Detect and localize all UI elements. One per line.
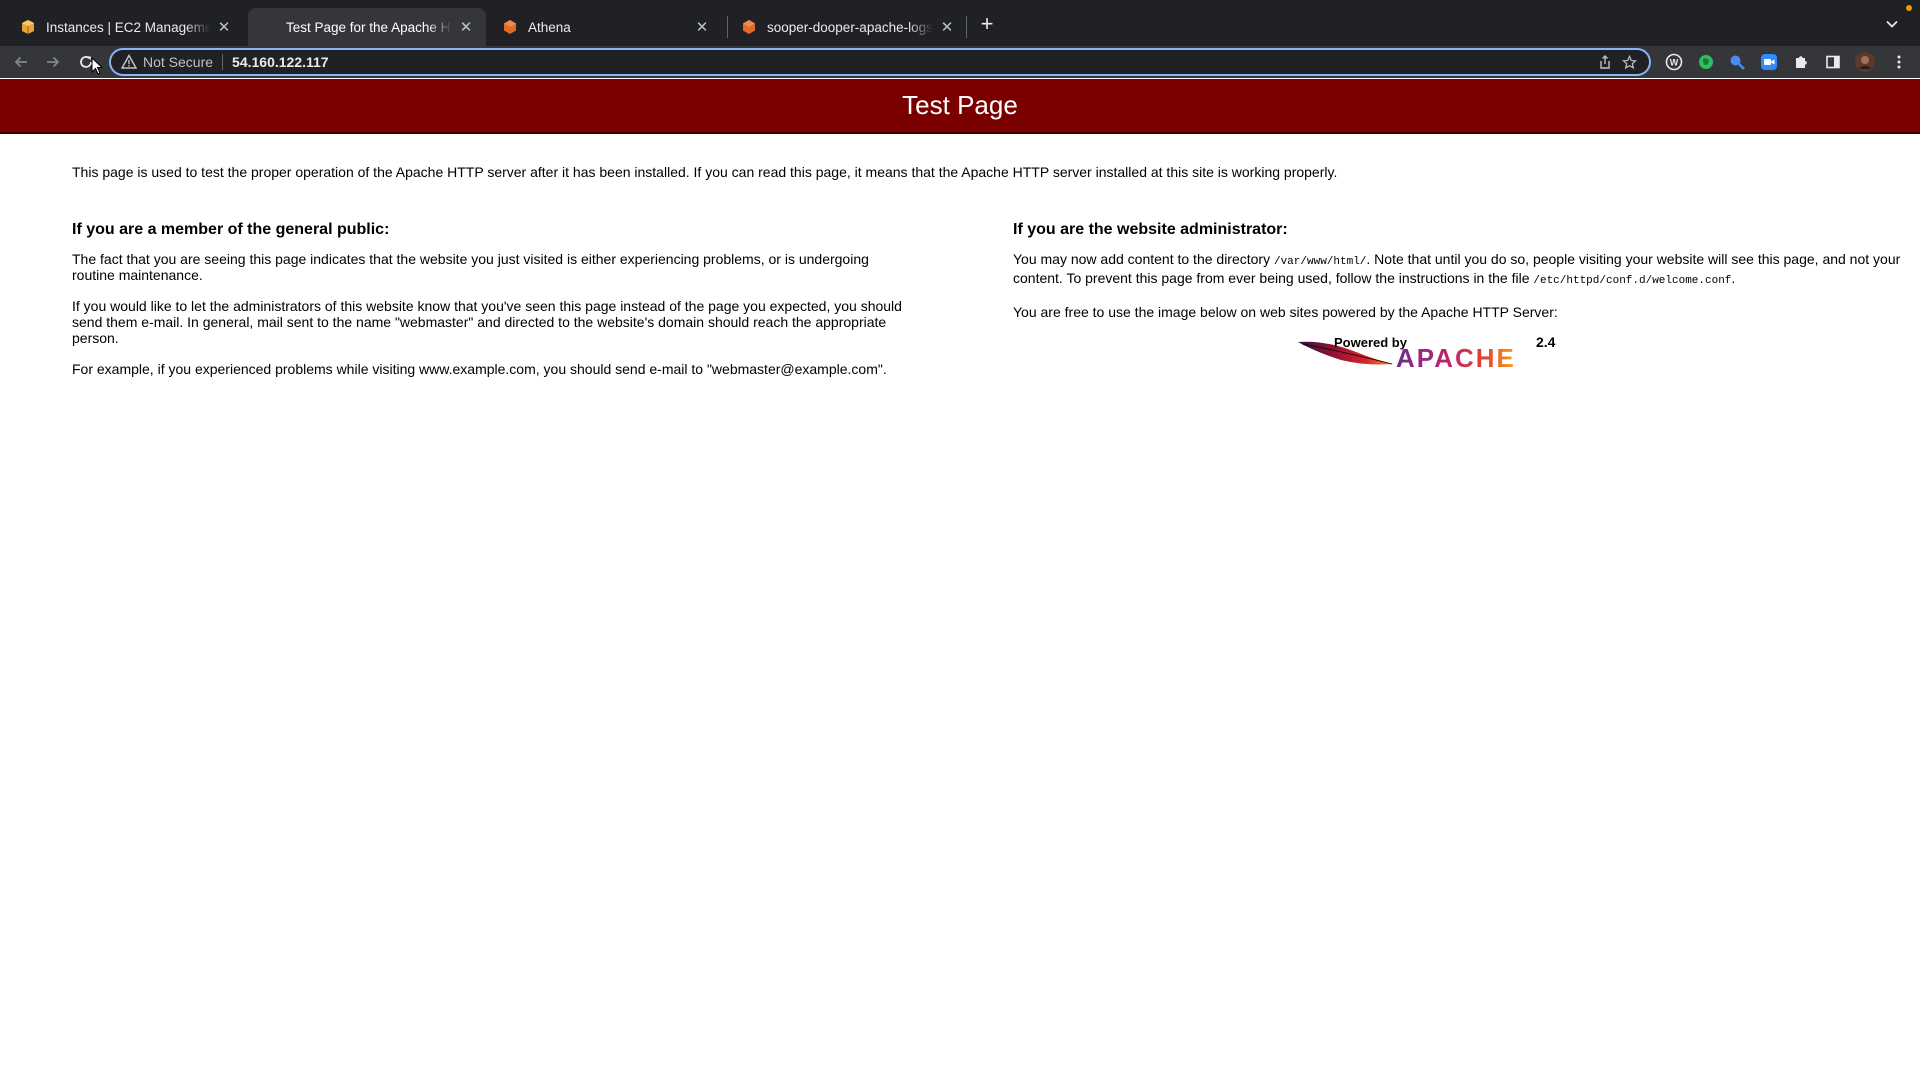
back-button[interactable] [9, 50, 33, 74]
general-public-heading: If you are a member of the general publi… [72, 221, 390, 238]
admin-text-a: You may now add content to the directory [1013, 251, 1274, 267]
page-title: Test Page [902, 90, 1018, 120]
omnibox-divider [222, 54, 224, 70]
tab-ec2-instances[interactable]: Instances | EC2 Management Console ✕ [8, 8, 244, 46]
chevron-down-icon [1886, 20, 1898, 28]
security-status[interactable]: Not Secure [143, 54, 213, 70]
page-content: This page is used to test the proper ope… [72, 163, 1900, 377]
public-paragraph-1: The fact that you are seeing this page i… [72, 251, 869, 283]
tab-strip: Instances | EC2 Management Console ✕ Tes… [0, 0, 1920, 46]
extension-search[interactable] [1725, 50, 1749, 74]
general-public-section: If you are a member of the general publi… [72, 221, 912, 392]
forward-button[interactable] [41, 50, 65, 74]
tab-title: Instances | EC2 Management Console [46, 19, 210, 35]
blank-favicon-icon [260, 19, 276, 35]
magnifier-extension-icon [1730, 55, 1745, 70]
public-paragraph-3: For example, if you experienced problems… [72, 361, 887, 377]
aws-orange-icon [743, 20, 755, 34]
side-panel-button[interactable] [1821, 50, 1845, 74]
arrow-left-icon [14, 56, 27, 68]
bookmark-button[interactable] [1617, 50, 1641, 74]
extension-zoom[interactable] [1757, 50, 1781, 74]
welcome-conf-path: /etc/httpd/conf.d/welcome.conf [1533, 275, 1732, 287]
admin-paragraph-1: You may now add content to the directory… [1013, 251, 1913, 289]
tab-search-button[interactable] [1880, 12, 1904, 36]
browser-menu-button[interactable] [1887, 50, 1911, 74]
address-bar[interactable]: Not Secure 54.160.122.117 [109, 48, 1651, 76]
close-icon[interactable]: ✕ [216, 19, 232, 36]
side-panel-icon [1826, 55, 1840, 69]
intro-paragraph: This page is used to test the proper ope… [72, 164, 1338, 180]
page-header-banner: Test Page [0, 79, 1920, 134]
close-icon[interactable]: ✕ [939, 19, 955, 36]
administrator-section: If you are the website administrator: Yo… [1013, 221, 1913, 335]
close-icon[interactable]: ✕ [694, 19, 710, 36]
aws-box-icon [22, 20, 34, 34]
tab-title: sooper-dooper-apache-logs-D [767, 19, 933, 35]
tab-separator [966, 16, 967, 38]
close-icon[interactable]: ✕ [458, 19, 474, 36]
avatar [1855, 52, 1875, 72]
puzzle-piece-icon [1796, 56, 1807, 68]
tab-athena[interactable]: Athena ✕ [490, 8, 722, 46]
administrator-heading: If you are the website administrator: [1013, 221, 1288, 238]
share-icon [1600, 55, 1610, 69]
admin-paragraph-2: You are free to use the image below on w… [1013, 304, 1558, 320]
apache-version-text: 2.4 [1536, 334, 1556, 350]
public-paragraph-2: If you would like to let the administrat… [72, 298, 902, 346]
url-text[interactable]: 54.160.122.117 [232, 54, 1593, 70]
powered-by-apache-logo[interactable]: Powered by 2.4 APACHE [1296, 334, 1564, 372]
warning-icon[interactable] [121, 54, 137, 70]
mouse-pointer-icon [91, 57, 103, 75]
kebab-menu-icon [1897, 55, 1901, 69]
tab-apache-test-page[interactable]: Test Page for the Apache HTTP Server ✕ [248, 8, 486, 46]
tab-title: Athena [528, 19, 571, 35]
html-directory-path: /var/www/html/ [1273, 256, 1367, 268]
arrow-right-icon [47, 56, 60, 68]
extension-wallet[interactable]: W [1662, 50, 1686, 74]
tab-separator [727, 16, 728, 38]
extension-evernote[interactable] [1694, 50, 1718, 74]
extensions-button[interactable] [1789, 50, 1813, 74]
share-button[interactable] [1593, 50, 1617, 74]
profile-button[interactable] [1853, 50, 1877, 74]
browser-toolbar: Not Secure 54.160.122.117 W [0, 46, 1920, 78]
athena-icon [504, 20, 516, 34]
video-camera-extension-icon [1761, 54, 1777, 70]
star-icon [1621, 54, 1637, 69]
new-tab-button[interactable]: + [975, 11, 999, 36]
apache-wordmark: APACHE [1396, 343, 1516, 373]
recording-indicator [1906, 5, 1912, 11]
svg-text:W: W [1670, 58, 1679, 68]
tab-title: Test Page for the Apache HTTP Server [286, 19, 452, 35]
elephant-extension-icon [1699, 55, 1713, 69]
admin-text-c: . [1731, 270, 1736, 286]
tab-apache-logs[interactable]: sooper-dooper-apache-logs-D ✕ [729, 8, 967, 46]
wallet-extension-icon: W [1665, 53, 1683, 71]
